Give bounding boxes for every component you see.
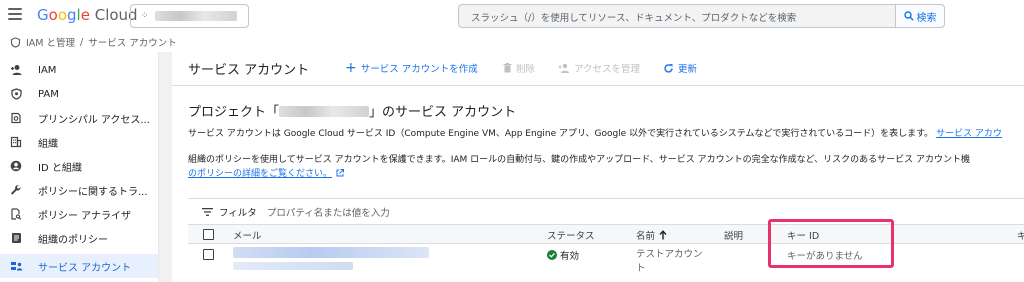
top-bar: Google Cloud ⁘ スラッシュ（/）を使用してリソース、ドキュメント、… [0,0,1024,32]
org-policy-docs-link[interactable]: のポリシーの詳細をご覧ください。 [188,166,332,179]
search-button-label: 検索 [916,12,937,24]
sidebar-item-identity-org[interactable]: ID と組織 [0,154,158,178]
search-button[interactable]: 検索 [895,4,945,28]
heading-suffix: 」のサービス アカウント [369,105,517,120]
column-email[interactable]: メール [233,228,262,242]
email-cell[interactable] [233,247,429,270]
sidebar-item-policy-troubleshooter[interactable]: ポリシーに関するトラ... [0,178,158,202]
delete-label: 削除 [516,64,536,75]
filter-icon [202,207,213,216]
service-account-docs-link[interactable]: サービス アカウ [936,129,1002,139]
refresh-label: 更新 [678,64,698,75]
table-row[interactable]: 有効 テストアカウント キーがありません [188,244,1024,274]
refresh-icon [664,63,673,73]
project-picker-button[interactable]: ⁘ [130,4,249,28]
refresh-button[interactable]: 更新 [663,61,697,75]
breadcrumb: IAM と管理 / サービス アカウント [10,34,177,50]
section-heading: プロジェクト「 」のサービス アカウント [188,101,516,120]
wrench-icon [9,183,23,197]
row-checkbox[interactable] [203,249,214,260]
description-1: サービス アカウントは Google Cloud サービス ID（Compute… [188,126,1002,139]
sidebar-item-label: サービス アカウント [38,262,132,274]
email-redacted-2 [233,262,353,270]
sidebar-item-service-accounts[interactable]: サービス アカウント [0,254,158,278]
list-doc-icon [9,231,23,245]
project-name-redacted [154,11,237,21]
description-2-line2: のポリシーの詳細をご覧ください。 [188,166,345,179]
create-label: サービス アカウントを作成 [360,64,478,75]
column-key-partial[interactable]: キ [1017,228,1024,242]
search-icon [903,11,914,21]
breadcrumb-service-accounts[interactable]: サービス アカウント [88,35,177,49]
sidebar-item-iam[interactable]: IAM [0,58,158,82]
sidebar: IAM PAM プリンシパル アクセス... 組織 ID と組織 ポリシーに関す… [0,52,172,282]
shield-icon [9,87,23,101]
sidebar-item-principal-access[interactable]: プリンシパル アクセス... [0,106,158,130]
document-search-icon [9,207,23,221]
project-id-redacted [279,106,370,117]
access-label: アクセスを管理 [574,64,641,75]
add-icon: + [345,60,357,76]
page-title: サービス アカウント [188,63,310,78]
heading-prefix: プロジェクト「 [188,105,280,120]
trash-icon [503,63,512,73]
status-cell: 有効 [547,248,579,262]
policy-icon [9,111,23,125]
create-service-account-button[interactable]: + サービス アカウントを作成 [345,61,478,75]
name-cell: テストアカウント [636,249,703,274]
column-name-label: 名前 [636,231,656,242]
service-account-icon [9,259,23,273]
highlight-annotation-box [768,219,894,268]
sidebar-scrollbar[interactable] [158,52,172,282]
header-divider [172,85,1024,86]
person-add-icon [558,63,569,73]
sidebar-item-label: ポリシー アナライザ [38,210,131,222]
check-circle-icon [547,250,557,260]
sort-ascending-icon [659,230,667,240]
search-input[interactable]: スラッシュ（/）を使用してリソース、ドキュメント、プロダクトなどを検索 [458,4,895,28]
sidebar-item-org-policy[interactable]: 組織のポリシー [0,226,158,250]
status-text: 有効 [560,251,580,262]
sidebar-item-label: 組織 [38,138,58,150]
table-header: メール ステータス 名前 説明 キー ID キ [188,224,1024,244]
sidebar-item-label: 組織のポリシー [38,234,108,246]
person-add-icon [9,63,23,77]
sidebar-item-label: ポリシーに関するトラ... [38,186,148,198]
organization-icon [9,135,23,149]
sidebar-item-pam[interactable]: PAM [0,82,158,106]
breadcrumb-separator: / [80,36,84,48]
description-2: 組織のポリシーを使用してサービス アカウントを保護できます。IAM ロールの自動… [188,152,970,165]
column-status[interactable]: ステータス [547,228,595,242]
column-description[interactable]: 説明 [724,228,743,242]
filter-bar[interactable]: フィルタ プロパティ名または値を入力 [188,198,1024,224]
sidebar-item-label: プリンシパル アクセス... [38,114,150,126]
filter-label: フィルタ [219,207,257,219]
breadcrumb-iam[interactable]: IAM と管理 [26,35,75,49]
sidebar-item-label: PAM [38,88,59,100]
account-circle-icon [9,159,23,173]
project-icon: ⁘ [141,11,149,21]
delete-button[interactable]: 削除 [503,61,535,75]
filter-input[interactable]: プロパティ名または値を入力 [267,205,390,219]
google-cloud-logo[interactable]: Google Cloud [37,6,138,24]
manage-access-button[interactable]: アクセスを管理 [558,61,640,75]
description-2-text: 組織のポリシーを使用してサービス アカウントを保護できます。IAM ロールの自動… [188,155,971,165]
menu-icon[interactable] [8,8,22,20]
sidebar-item-policy-analyzer[interactable]: ポリシー アナライザ [0,202,158,226]
sidebar-item-label: IAM [38,64,57,76]
email-redacted [233,247,429,258]
select-all-checkbox[interactable] [203,229,214,240]
description-1-text: サービス アカウントは Google Cloud サービス ID（Compute… [188,129,934,139]
external-link-icon [336,168,345,176]
sidebar-item-organization[interactable]: 組織 [0,130,158,154]
sidebar-item-label: ID と組織 [38,162,82,174]
column-name[interactable]: 名前 [636,228,667,242]
shield-icon [10,36,21,48]
